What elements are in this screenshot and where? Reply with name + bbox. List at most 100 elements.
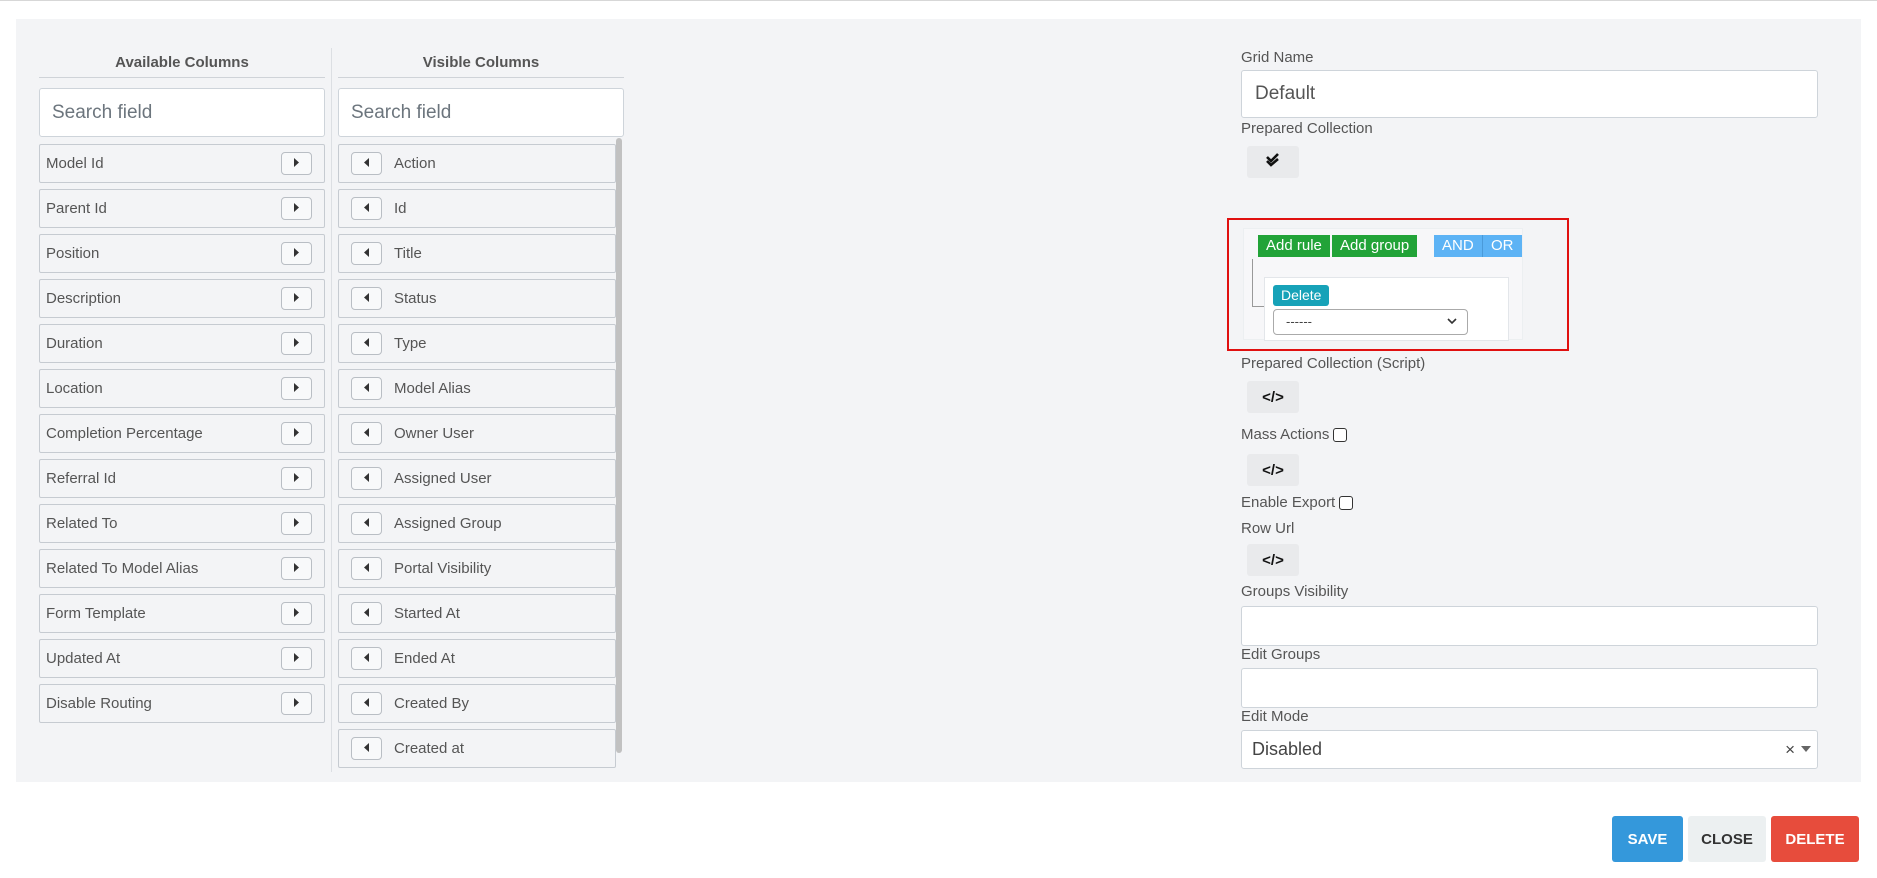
move-left-button[interactable]	[351, 737, 382, 760]
caret-right-icon	[293, 293, 300, 304]
move-left-button[interactable]	[351, 422, 382, 445]
available-column-item[interactable]: Completion Percentage	[39, 414, 325, 453]
column-item-label: Created By	[394, 695, 470, 712]
visible-column-item[interactable]: Started At	[338, 594, 616, 633]
save-button[interactable]: SAVE	[1612, 816, 1683, 862]
code-icon: </>	[1262, 388, 1284, 406]
rule-field-select[interactable]: ------	[1273, 309, 1468, 335]
enable-export-checkbox[interactable]	[1339, 495, 1354, 510]
visible-column-item[interactable]: Created By	[338, 684, 616, 723]
move-left-button[interactable]	[351, 602, 382, 625]
caret-right-icon	[293, 248, 300, 259]
available-column-item[interactable]: Duration	[39, 324, 325, 363]
move-right-button[interactable]	[281, 152, 312, 175]
mass-actions-checkbox[interactable]	[1333, 427, 1348, 442]
column-item-label: Related To	[46, 515, 118, 532]
move-left-button[interactable]	[351, 467, 382, 490]
move-right-button[interactable]	[281, 197, 312, 220]
column-item-label: Form Template	[46, 605, 146, 622]
move-right-button[interactable]	[281, 242, 312, 265]
move-right-button[interactable]	[281, 422, 312, 445]
move-left-button[interactable]	[351, 332, 382, 355]
move-right-button[interactable]	[281, 377, 312, 400]
visible-column-item[interactable]: Model Alias	[338, 369, 616, 408]
and-toggle[interactable]: AND	[1434, 235, 1483, 257]
edit-groups-input[interactable]	[1241, 668, 1818, 708]
visible-column-item[interactable]: Assigned User	[338, 459, 616, 498]
available-column-item[interactable]: Disable Routing	[39, 684, 325, 723]
move-left-button[interactable]	[351, 512, 382, 535]
prepared-collection-label: Prepared Collection	[1241, 120, 1373, 137]
visible-search-input[interactable]	[338, 88, 624, 137]
move-right-button[interactable]	[281, 287, 312, 310]
move-right-button[interactable]	[281, 467, 312, 490]
available-column-item[interactable]: Form Template	[39, 594, 325, 633]
add-group-button[interactable]: Add group	[1332, 235, 1418, 257]
column-item-label: Created at	[394, 740, 465, 757]
visible-column-item[interactable]: Title	[338, 234, 616, 273]
available-search-input[interactable]	[39, 88, 325, 137]
visible-column-item[interactable]: Assigned Group	[338, 504, 616, 543]
available-column-item[interactable]: Related To Model Alias	[39, 549, 325, 588]
or-toggle[interactable]: OR	[1483, 235, 1522, 257]
move-left-button[interactable]	[351, 197, 382, 220]
row-url-button[interactable]: </>	[1247, 544, 1299, 576]
move-left-button[interactable]	[351, 557, 382, 580]
delete-button[interactable]: DELETE	[1771, 816, 1859, 862]
query-builder-highlight: Add rule Add group AND OR Delete ------	[1227, 218, 1569, 351]
column-item-label: Assigned User	[394, 470, 492, 487]
visible-column-item[interactable]: Type	[338, 324, 616, 363]
visible-column-item[interactable]: Ended At	[338, 639, 616, 678]
available-column-item[interactable]: Location	[39, 369, 325, 408]
available-column-item[interactable]: Position	[39, 234, 325, 273]
move-left-button[interactable]	[351, 377, 382, 400]
available-column-item[interactable]: Parent Id	[39, 189, 325, 228]
delete-rule-button[interactable]: Delete	[1273, 285, 1330, 306]
edit-mode-select[interactable]: Disabled ×	[1241, 730, 1818, 769]
visible-column-item[interactable]: Owner User	[338, 414, 616, 453]
enable-export-field: Enable Export	[1241, 494, 1354, 511]
column-item-label: Description	[46, 290, 122, 307]
visible-column-item[interactable]: Action	[338, 144, 616, 183]
chevron-down-icon	[1446, 310, 1458, 342]
move-left-button[interactable]	[351, 692, 382, 715]
available-column-item[interactable]: Model Id	[39, 144, 325, 183]
visible-column-item[interactable]: Status	[338, 279, 616, 318]
column-item-label: Related To Model Alias	[46, 560, 199, 577]
groups-visibility-input[interactable]	[1241, 606, 1818, 646]
dropdown-arrow-icon[interactable]	[1801, 744, 1811, 756]
move-right-button[interactable]	[281, 647, 312, 670]
visible-column-item[interactable]: Id	[338, 189, 616, 228]
grid-name-input[interactable]	[1241, 70, 1818, 118]
visible-column-item[interactable]: Portal Visibility	[338, 549, 616, 588]
visible-column-item[interactable]: Created at	[338, 729, 616, 768]
move-right-button[interactable]	[281, 602, 312, 625]
move-left-button[interactable]	[351, 152, 382, 175]
move-left-button[interactable]	[351, 287, 382, 310]
mass-actions-button[interactable]: </>	[1247, 454, 1299, 486]
clear-icon[interactable]: ×	[1785, 740, 1795, 760]
visible-columns: Visible Columns Action Id Title Status Type M…	[338, 48, 624, 774]
move-right-button[interactable]	[281, 332, 312, 355]
close-button[interactable]: CLOSE	[1688, 816, 1766, 862]
available-column-item[interactable]: Description	[39, 279, 325, 318]
prepared-collection-script-button[interactable]: </>	[1247, 381, 1299, 413]
available-column-item[interactable]: Related To	[39, 504, 325, 543]
grid-settings-panel: Available Columns Model Id Parent Id Posit…	[16, 19, 1861, 782]
move-left-button[interactable]	[351, 242, 382, 265]
move-right-button[interactable]	[281, 557, 312, 580]
double-check-icon	[1265, 153, 1281, 171]
available-column-item[interactable]: Referral Id	[39, 459, 325, 498]
move-right-button[interactable]	[281, 512, 312, 535]
edit-mode-value: Disabled	[1252, 739, 1323, 759]
window-top-border	[0, 0, 1877, 1]
caret-left-icon	[363, 248, 370, 259]
available-column-item[interactable]: Updated At	[39, 639, 325, 678]
visible-columns-scrollbar[interactable]	[616, 138, 622, 753]
available-columns: Available Columns Model Id Parent Id Posit…	[39, 48, 325, 729]
move-right-button[interactable]	[281, 692, 312, 715]
prepared-collection-button[interactable]	[1247, 146, 1299, 178]
move-left-button[interactable]	[351, 647, 382, 670]
add-rule-button[interactable]: Add rule	[1258, 235, 1330, 257]
column-item-label: Model Alias	[394, 380, 471, 397]
